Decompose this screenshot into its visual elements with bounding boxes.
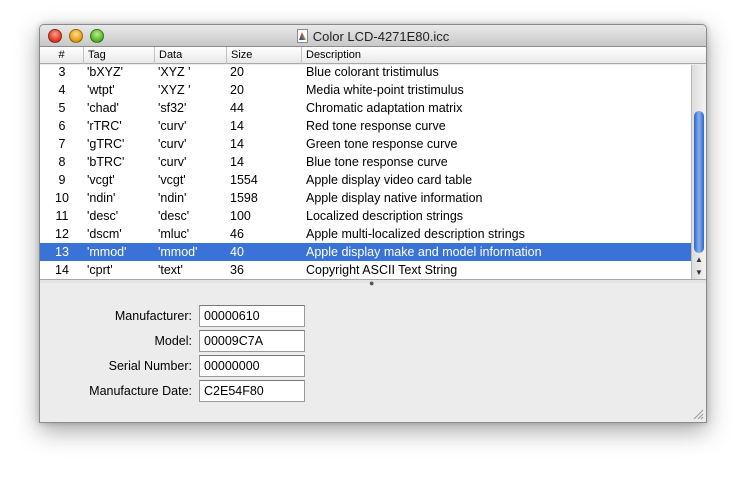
row-number: 6 [58, 119, 66, 133]
row-data: 'curv' [158, 119, 187, 133]
title-bar[interactable]: Color LCD-4271E80.icc [40, 25, 706, 47]
scroll-down-arrow-icon[interactable]: ▼ [692, 266, 706, 279]
row-data: 'vcgt' [158, 173, 186, 187]
scroll-thumb[interactable] [694, 111, 704, 253]
row-number: 12 [55, 227, 69, 241]
column-header-data[interactable]: Data [155, 47, 227, 64]
column-header-description[interactable]: Description [302, 47, 691, 64]
row-tag: 'chad' [87, 101, 119, 115]
manufacturer-field[interactable]: 00000610 [199, 305, 305, 327]
table-row[interactable]: 6 'rTRC' 'curv' 14 Red tone response cur… [40, 117, 691, 135]
profile-window: Color LCD-4271E80.icc # Tag Data Size De… [39, 24, 707, 423]
row-tag: 'ndin' [87, 191, 116, 205]
row-data: 'curv' [158, 155, 187, 169]
profile-details-form: Manufacturer: 00000610 Model: 00009C7A S… [40, 283, 706, 422]
row-size: 20 [230, 83, 244, 97]
table-row[interactable]: 3 'bXYZ' 'XYZ ' 20 Blue colorant tristim… [40, 65, 691, 81]
row-size: 1598 [230, 191, 258, 205]
manufacture-date-field[interactable]: C2E54F80 [199, 380, 305, 402]
column-header-size[interactable]: Size [227, 47, 302, 64]
row-size: 46 [230, 227, 244, 241]
table-row[interactable]: 5 'chad' 'sf32' 44 Chromatic adaptation … [40, 99, 691, 117]
serial-number-label: Serial Number: [108, 359, 192, 373]
resize-grip-icon[interactable] [692, 408, 704, 420]
window-title: Color LCD-4271E80.icc [312, 28, 450, 44]
row-number: 5 [58, 101, 66, 115]
row-number: 4 [58, 83, 66, 97]
table-row[interactable]: 10 'ndin' 'ndin' 1598 Apple display nati… [40, 189, 691, 207]
row-size: 14 [230, 155, 244, 169]
table-row-selected[interactable]: 13 'mmod' 'mmod' 40 Apple display make a… [40, 243, 691, 261]
column-header-number[interactable]: # [40, 47, 84, 64]
row-number: 8 [58, 155, 66, 169]
window-title-area: Color LCD-4271E80.icc [40, 25, 706, 47]
row-description: Media white-point tristimulus [306, 83, 464, 97]
row-description: Apple display native information [306, 191, 483, 205]
table-row[interactable]: 7 'gTRC' 'curv' 14 Green tone response c… [40, 135, 691, 153]
row-data: 'ndin' [158, 191, 187, 205]
scroll-up-arrow-icon[interactable]: ▲ [692, 253, 706, 266]
row-data: 'curv' [158, 137, 187, 151]
row-data: 'mmod' [158, 245, 198, 259]
row-description: Blue tone response curve [306, 155, 448, 169]
manufacturer-label: Manufacturer: [114, 309, 192, 323]
serial-number-field[interactable]: 00000000 [199, 355, 305, 377]
row-data: 'desc' [158, 209, 190, 223]
row-data: 'XYZ ' [158, 65, 191, 79]
row-tag: 'rTRC' [87, 119, 122, 133]
row-size: 36 [230, 263, 244, 277]
model-field[interactable]: 00009C7A [199, 330, 305, 352]
row-size: 14 [230, 137, 244, 151]
tag-table: 3 'bXYZ' 'XYZ ' 20 Blue colorant tristim… [40, 65, 691, 279]
icc-document-icon [296, 29, 308, 43]
row-tag: 'desc' [87, 209, 119, 223]
row-number: 9 [58, 173, 66, 187]
manufacture-date-label: Manufacture Date: [89, 384, 192, 398]
model-label: Model: [154, 334, 192, 348]
table-row[interactable]: 11 'desc' 'desc' 100 Localized descripti… [40, 207, 691, 225]
row-description: Apple display make and model information [306, 245, 542, 259]
row-number: 3 [58, 65, 66, 79]
row-data: 'mluc' [158, 227, 190, 241]
row-size: 100 [230, 209, 251, 223]
row-tag: 'bXYZ' [87, 65, 124, 79]
row-tag: 'dscm' [87, 227, 122, 241]
table-row[interactable]: 9 'vcgt' 'vcgt' 1554 Apple display video… [40, 171, 691, 189]
row-description: Copyright ASCII Text String [306, 263, 458, 277]
row-description: Red tone response curve [306, 119, 446, 133]
row-size: 44 [230, 101, 244, 115]
table-header: # Tag Data Size Description [40, 47, 706, 64]
vertical-scrollbar[interactable]: ▲ ▼ [691, 65, 706, 279]
row-tag: 'gTRC' [87, 137, 125, 151]
row-tag: 'bTRC' [87, 155, 125, 169]
row-number: 13 [55, 245, 69, 259]
table-row[interactable]: 4 'wtpt' 'XYZ ' 20 Media white-point tri… [40, 81, 691, 99]
row-description: Apple multi-localized description string… [306, 227, 525, 241]
table-row[interactable]: 12 'dscm' 'mluc' 46 Apple multi-localize… [40, 225, 691, 243]
row-number: 7 [58, 137, 66, 151]
row-size: 20 [230, 65, 244, 79]
row-data: 'text' [158, 263, 183, 277]
row-tag: 'wtpt' [87, 83, 115, 97]
row-size: 1554 [230, 173, 258, 187]
row-description: Blue colorant tristimulus [306, 65, 439, 79]
row-size: 40 [230, 245, 244, 259]
row-description: Apple display video card table [306, 173, 473, 187]
table-row[interactable]: 8 'bTRC' 'curv' 14 Blue tone response cu… [40, 153, 691, 171]
row-description: Green tone response curve [306, 137, 458, 151]
row-description: Localized description strings [306, 209, 464, 223]
row-tag: 'cprt' [87, 263, 113, 277]
row-tag: 'vcgt' [87, 173, 115, 187]
table-row[interactable]: 14 'cprt' 'text' 36 Copyright ASCII Text… [40, 261, 691, 279]
row-size: 14 [230, 119, 244, 133]
row-data: 'sf32' [158, 101, 187, 115]
row-number: 11 [55, 209, 69, 223]
row-description: Chromatic adaptation matrix [306, 101, 463, 115]
row-number: 14 [55, 263, 69, 277]
column-header-tag[interactable]: Tag [84, 47, 155, 64]
row-tag: 'mmod' [87, 245, 127, 259]
row-number: 10 [55, 191, 69, 205]
row-data: 'XYZ ' [158, 83, 191, 97]
